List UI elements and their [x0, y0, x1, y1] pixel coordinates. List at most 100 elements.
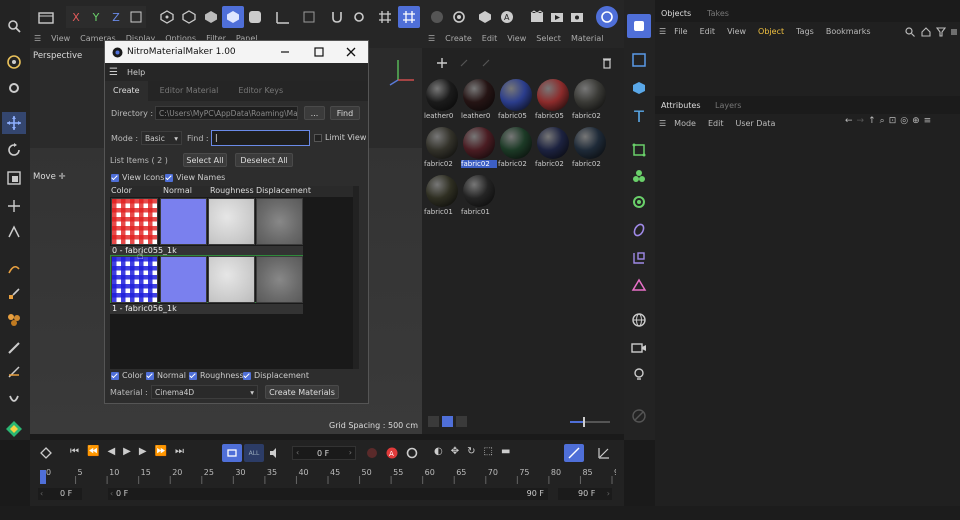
view-icons-toggle[interactable]: View Icons — [111, 173, 164, 182]
sculpt-brush-icon[interactable] — [4, 310, 24, 330]
material-preview[interactable] — [574, 127, 606, 159]
snap-tool-icon[interactable] — [4, 222, 24, 242]
find-input[interactable]: | — [211, 130, 310, 146]
material-preview[interactable] — [426, 175, 458, 207]
normal-map-thumbnail[interactable] — [160, 198, 207, 245]
displacement-map-thumbnail[interactable] — [256, 256, 303, 303]
playhead[interactable] — [40, 470, 46, 484]
menu-edit[interactable]: Edit — [708, 119, 724, 128]
keyframe-mode-icon[interactable] — [38, 445, 54, 461]
texture-mode-icon[interactable] — [246, 8, 264, 26]
hamburger-menu-icon[interactable]: ☰ — [109, 67, 118, 78]
play-icon[interactable]: ▶ — [123, 446, 131, 457]
forward-arrow-icon[interactable]: → — [857, 116, 865, 126]
key-settings-icon[interactable] — [404, 445, 420, 461]
material-item[interactable]: leather0 — [424, 78, 460, 124]
transform-tool-icon[interactable] — [4, 196, 24, 216]
subdivision-surface-icon[interactable] — [629, 140, 649, 160]
current-frame-field[interactable]: ‹ 0 F › — [292, 446, 356, 460]
new-panel-icon[interactable]: ⊕ — [912, 116, 920, 126]
search-icon[interactable]: ⌕ — [880, 116, 885, 126]
knife-tool-icon[interactable] — [4, 362, 24, 382]
material-item[interactable]: fabric05 — [498, 78, 534, 124]
material-menu-icon[interactable]: ☰ — [428, 34, 435, 48]
material-item[interactable]: fabric01 — [424, 174, 460, 220]
material-preview[interactable] — [500, 79, 532, 111]
directory-field[interactable]: C:\Users\MyPC\AppData\Roaming\Ma — [155, 106, 298, 120]
close-icon[interactable] — [343, 44, 359, 60]
menu-view[interactable]: View — [507, 34, 526, 48]
displacement-map-thumbnail[interactable] — [256, 198, 303, 245]
autokey-icon[interactable]: A — [384, 445, 400, 461]
search-icon[interactable] — [903, 25, 917, 39]
expand-icon[interactable] — [454, 54, 474, 72]
select-all-button[interactable]: Select All — [183, 153, 227, 167]
menu-bookmarks[interactable]: Bookmarks — [826, 27, 871, 36]
render-view-icon[interactable] — [476, 8, 494, 26]
text-spline-icon[interactable]: T — [629, 106, 649, 126]
light-icon[interactable] — [629, 364, 649, 384]
displacement-checkbox[interactable] — [243, 371, 251, 380]
material-preview[interactable] — [463, 79, 495, 111]
render-settings-icon[interactable] — [450, 8, 468, 26]
material-item[interactable]: fabric02 — [535, 126, 571, 172]
material-preview[interactable] — [500, 127, 532, 159]
normal-map-thumbnail[interactable] — [160, 256, 207, 303]
objects-menu-icon[interactable]: ☰ — [659, 27, 666, 36]
filter-icon[interactable] — [934, 25, 948, 39]
render-region-icon[interactable] — [428, 8, 446, 26]
material-preview[interactable] — [537, 79, 569, 111]
locked-workplane-icon[interactable] — [300, 8, 318, 26]
material-preview[interactable] — [426, 79, 458, 111]
frame-decrement-icon[interactable]: ‹ — [296, 448, 299, 457]
polygons-mode-icon[interactable] — [202, 8, 220, 26]
viewport-menu-icon[interactable]: ☰ — [34, 34, 41, 48]
list-view-icon[interactable] — [428, 416, 439, 427]
menu-create[interactable]: Create — [445, 34, 472, 48]
go-to-start-icon[interactable]: ⏮ — [70, 446, 79, 457]
spline-pen-icon[interactable] — [4, 258, 24, 278]
slider-handle[interactable] — [583, 417, 585, 427]
material-item[interactable]: fabric02 — [424, 126, 460, 172]
z-axis-lock-icon[interactable]: Z — [108, 8, 124, 26]
motion-path-icon[interactable] — [564, 444, 584, 462]
menu-user-data[interactable]: User Data — [735, 119, 775, 128]
material-preview[interactable] — [463, 175, 495, 207]
material-select[interactable]: Cinema4D ▾ — [151, 385, 258, 399]
browse-button[interactable]: ... — [304, 106, 325, 120]
camera-icon[interactable] — [629, 338, 649, 358]
normal-checkbox[interactable] — [146, 371, 154, 380]
frame-increment-icon[interactable]: › — [349, 448, 352, 457]
edit-render-settings-icon[interactable] — [568, 8, 586, 26]
volume-icon[interactable] — [629, 276, 649, 296]
material-item[interactable]: fabric02 — [498, 126, 534, 172]
spline-rectangle-icon[interactable] — [629, 50, 649, 70]
next-frame-icon[interactable]: ▶ — [139, 446, 147, 457]
color-map-thumbnail[interactable] — [111, 256, 158, 303]
axis-lock-icon[interactable] — [328, 8, 346, 26]
key-scale-icon[interactable]: ✥ — [451, 446, 459, 457]
material-preview[interactable] — [463, 127, 495, 159]
tab-layers[interactable]: Layers — [715, 101, 741, 110]
deselect-all-button[interactable]: Deselect All — [235, 153, 293, 167]
key-parameter-icon[interactable]: ⬚ — [484, 446, 493, 457]
attributes-menu-icon[interactable]: ☰ — [659, 119, 666, 128]
deformer-icon[interactable] — [629, 220, 649, 240]
render-to-viewer-icon[interactable] — [548, 8, 566, 26]
color-checkbox[interactable] — [111, 371, 119, 380]
cloner-icon[interactable] — [629, 166, 649, 186]
bottom-normal-toggle[interactable]: Normal — [146, 371, 186, 380]
dialog-titlebar[interactable]: NitroMaterialMaker 1.00 — [105, 41, 368, 63]
menu-file[interactable]: File — [674, 27, 687, 36]
snapping-icon[interactable] — [376, 8, 394, 26]
render-picture-viewer-icon[interactable]: A — [498, 8, 516, 26]
tweak-mode-icon[interactable] — [350, 8, 368, 26]
material-item[interactable]: fabric02 — [572, 126, 608, 172]
back-arrow-icon[interactable]: ← — [845, 116, 853, 126]
range-slider[interactable]: ‹ 0 F 90 F — [108, 488, 548, 500]
color-map-thumbnail[interactable] — [111, 198, 158, 245]
end-frame-field[interactable]: 90 F › — [558, 488, 612, 500]
add-material-icon[interactable] — [432, 54, 452, 72]
next-key-icon[interactable]: ⏩ — [155, 446, 167, 457]
cube-object-icon[interactable] — [627, 14, 651, 38]
